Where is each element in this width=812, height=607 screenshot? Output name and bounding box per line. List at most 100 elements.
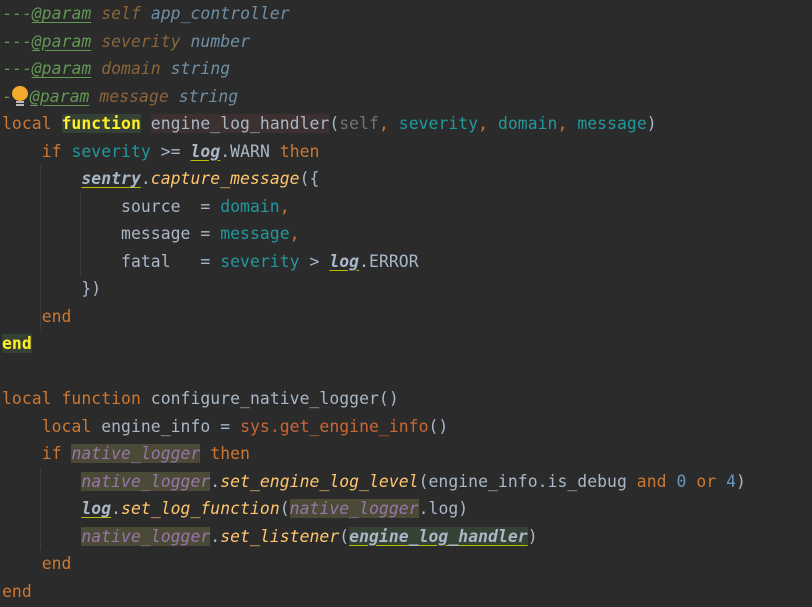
param-domain: domain [488, 114, 558, 133]
paren: ) [736, 471, 746, 491]
method-set-log-function[interactable]: set_log_function [121, 499, 280, 518]
param-severity: severity [388, 114, 479, 133]
function-name[interactable]: engine_log_handler [150, 114, 330, 133]
dot: . [210, 526, 221, 546]
field-log: .log) [418, 499, 469, 518]
global-log[interactable]: log [329, 252, 359, 271]
paren: ( [329, 114, 340, 133]
code-line: local function engine_log_handler(self, … [2, 110, 657, 138]
table-value: domain [220, 196, 280, 216]
comment-dashes: --- [2, 59, 32, 78]
keyword-end: end [41, 306, 72, 326]
doc-tag: @param [31, 59, 92, 78]
code-line: }) [2, 275, 101, 303]
doc-tag: @param [31, 4, 92, 23]
code-line: end [2, 330, 32, 358]
var-native-logger[interactable]: native_logger [81, 471, 211, 491]
doc-param-name: severity [101, 31, 181, 51]
method-set-engine-log-level[interactable]: set_engine_log_level [220, 472, 418, 491]
comment-dashes: --- [2, 4, 32, 23]
table-key: message = [121, 224, 221, 243]
doc-tag: @param [29, 86, 90, 106]
keyword-local: local [2, 389, 52, 408]
paren: ) [527, 526, 538, 546]
method-set-listener[interactable]: set_listener [220, 527, 339, 546]
var-native-logger[interactable]: native_logger [81, 526, 211, 546]
keyword-if: if [41, 141, 62, 161]
code-line: log.set_log_function(native_logger.log) [2, 495, 468, 523]
method-capture-message[interactable]: capture_message [151, 169, 300, 188]
code-line: if severity >= log.WARN then [2, 138, 320, 166]
code-line: end [2, 578, 32, 606]
paren: ( [339, 526, 350, 546]
global-log[interactable]: log [81, 499, 111, 518]
comma: , [279, 196, 290, 216]
code-line: end [2, 303, 72, 331]
keyword-end: end [41, 554, 72, 573]
code-line: local engine_info = sys.get_engine_info(… [2, 413, 449, 441]
code-line: - @param message string [2, 83, 238, 111]
number: 0 [676, 471, 687, 491]
lightbulb-icon[interactable] [10, 86, 30, 108]
keyword-then: then [210, 444, 250, 463]
table-key: fatal = [121, 251, 221, 271]
var-native-logger[interactable]: native_logger [289, 499, 419, 518]
paren: ( [279, 499, 290, 518]
param-self: self [339, 114, 379, 133]
table-value: severity [220, 251, 300, 271]
table-value: message [220, 224, 290, 243]
keyword-and: and [636, 471, 667, 491]
code-editor[interactable]: ---@param self app_controller ---@param … [0, 0, 812, 607]
doc-param-type: app_controller [150, 4, 290, 23]
code-line: local function configure_native_logger() [2, 385, 399, 413]
global-sentry[interactable]: sentry [81, 169, 141, 188]
var-native-logger[interactable]: native_logger [71, 444, 201, 463]
function-name[interactable]: configure_native_logger [151, 389, 379, 408]
doc-param-name: message [99, 86, 169, 106]
paren: ) [646, 114, 657, 133]
ref-engine-log-handler[interactable]: engine_log_handler [349, 526, 528, 546]
closing-brace: }) [81, 279, 102, 298]
args: (engine_info.is_debug [418, 471, 637, 491]
call-get-engine-info[interactable]: sys.get_engine_info [240, 417, 428, 436]
code-line: ---@param severity number [2, 28, 250, 56]
operator: > [299, 251, 330, 271]
doc-param-type: number [190, 31, 250, 51]
keyword-end-highlighted: end [2, 334, 32, 353]
field-warn: .WARN [220, 141, 270, 161]
code-line: source = domain, [2, 193, 290, 221]
keyword-then: then [279, 141, 320, 161]
doc-param-type: string [170, 59, 231, 78]
operator: >= [150, 141, 191, 161]
dot: . [111, 499, 122, 518]
code-line: native_logger.set_listener(engine_log_ha… [2, 523, 538, 551]
doc-param-name: self [101, 4, 141, 23]
param-message: message [567, 114, 647, 133]
doc-param-name: domain [101, 59, 161, 78]
doc-tag: @param [31, 31, 92, 51]
dot: . [210, 471, 221, 491]
code-line: message = message, [2, 220, 300, 248]
comma: , [378, 114, 389, 133]
comma: , [557, 114, 568, 133]
code-line: fatal = severity > log.ERROR [2, 248, 419, 276]
paren: ({ [299, 169, 320, 188]
doc-param-type: string [178, 86, 239, 106]
var-engine-info: engine_info = [101, 416, 241, 436]
code-line: ---@param domain string [2, 55, 230, 83]
keyword-if: if [41, 444, 62, 463]
table-key: source = [121, 196, 221, 216]
code-line: end [2, 550, 72, 578]
code-line: if native_logger then [2, 440, 250, 468]
keyword-local: local [2, 114, 52, 133]
comma: , [289, 224, 300, 243]
paren: () [428, 416, 449, 436]
keyword-function: function [61, 389, 141, 408]
paren: () [378, 389, 399, 408]
comment-dashes: --- [2, 31, 32, 51]
code-line: sentry.capture_message({ [2, 165, 319, 193]
number: 4 [726, 471, 737, 491]
code-line: ---@param self app_controller [2, 0, 290, 28]
global-log[interactable]: log [191, 142, 221, 161]
keyword-local: local [41, 416, 92, 436]
